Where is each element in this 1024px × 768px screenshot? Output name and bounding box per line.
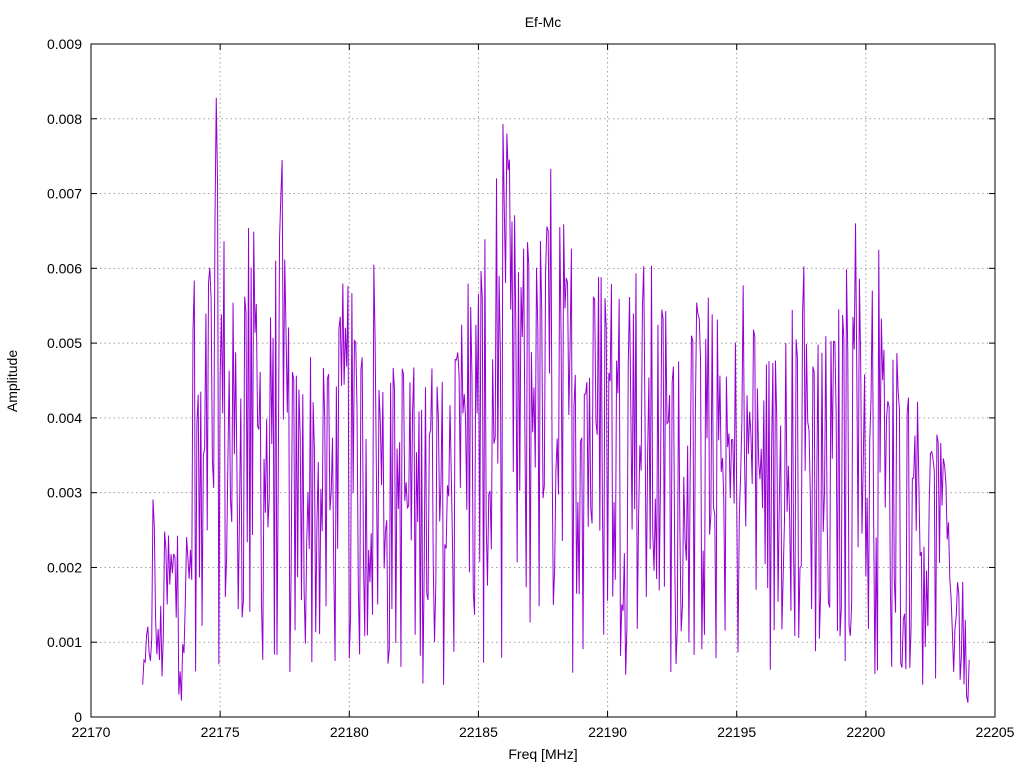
x-axis-title: Freq [MHz] (508, 746, 577, 762)
y-axis-title: Amplitude (4, 350, 20, 412)
y-tick-label: 0.007 (47, 186, 82, 202)
y-tick-label: 0.003 (47, 485, 82, 501)
y-tick-label: 0.001 (47, 634, 82, 650)
chart-title: Ef-Mc (525, 14, 562, 30)
y-tick-label: 0 (74, 709, 82, 725)
y-tick-label: 0.008 (47, 111, 82, 127)
x-tick-label: 22180 (330, 724, 369, 740)
y-tick-label: 0.004 (47, 410, 82, 426)
y-tick-label: 0.009 (47, 36, 82, 52)
y-tick-label: 0.005 (47, 335, 82, 351)
x-tick-label: 22190 (588, 724, 627, 740)
y-tick-label: 0.006 (47, 260, 82, 276)
y-tick-label: 0.002 (47, 559, 82, 575)
line-chart: 22170 22175 22180 22185 22190 22195 22200 22205… (4, 14, 1015, 762)
x-tick-label: 22205 (976, 724, 1015, 740)
x-tick-label: 22175 (201, 724, 240, 740)
chart-container: 22170 22175 22180 22185 22190 22195 22200 22205… (0, 0, 1024, 768)
x-tick-label: 22195 (717, 724, 756, 740)
spectrum-series-line (142, 97, 970, 703)
x-tick-label: 22200 (846, 724, 885, 740)
x-tick-label: 22185 (459, 724, 498, 740)
x-tick-label: 22170 (72, 724, 111, 740)
series-layer (142, 97, 970, 703)
